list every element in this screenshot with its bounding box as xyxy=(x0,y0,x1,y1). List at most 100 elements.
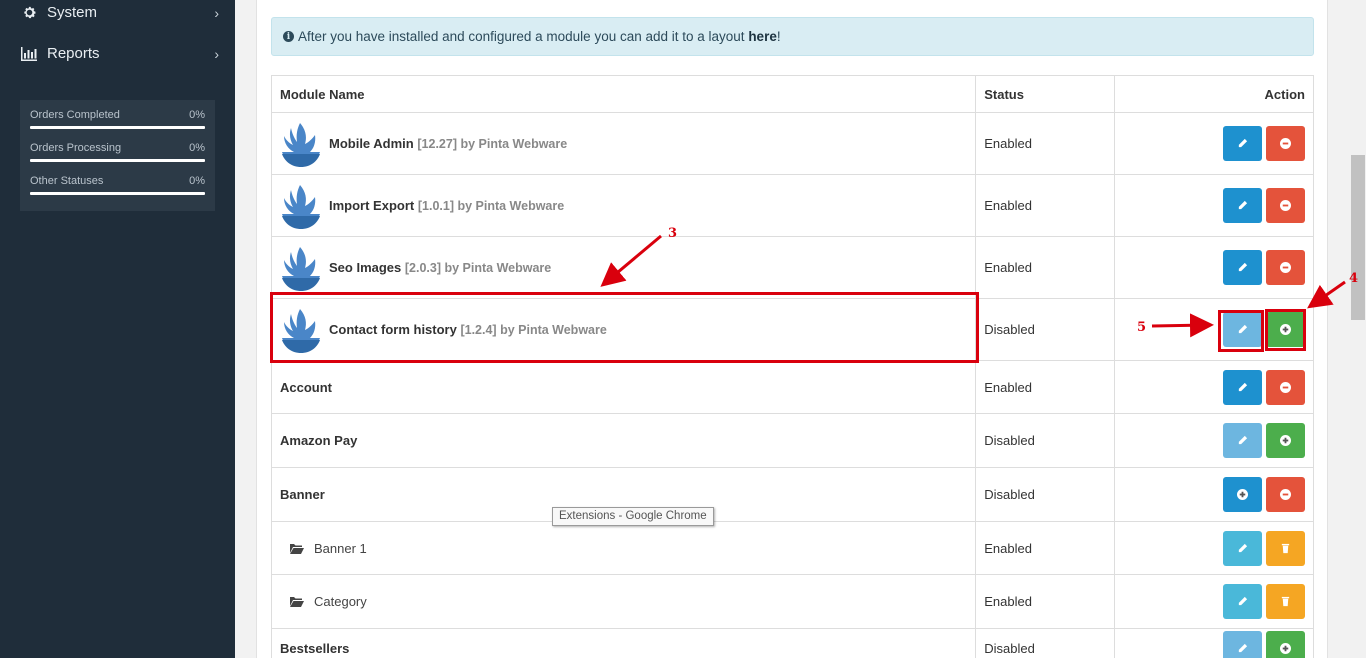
info-alert: i After you have installed and configure… xyxy=(271,17,1314,56)
edit-button[interactable] xyxy=(1223,126,1262,161)
annotation-box-install-button xyxy=(1265,309,1306,351)
status-cell: Enabled xyxy=(975,112,1116,175)
minus-circle-icon xyxy=(1280,262,1291,273)
table-row: Category Enabled xyxy=(270,574,1314,629)
status-cell: Disabled xyxy=(975,298,1116,361)
module-name: Mobile Admin [12.27] by Pinta Webware xyxy=(280,121,967,167)
table-row: Banner Disabled xyxy=(270,467,1314,522)
module-name: Seo Images [2.0.3] by Pinta Webware xyxy=(280,245,967,291)
pencil-icon xyxy=(1238,200,1248,210)
trash-icon xyxy=(1281,543,1290,553)
pencil-icon xyxy=(1238,138,1248,148)
action-cell xyxy=(1114,236,1314,299)
edit-button[interactable] xyxy=(1223,250,1262,285)
info-icon: i xyxy=(283,31,294,42)
stat-value: 0% xyxy=(189,109,205,121)
module-name: Import Export [1.0.1] by Pinta Webware xyxy=(280,183,967,229)
module-title: Bestsellers xyxy=(280,641,350,656)
delete-button[interactable] xyxy=(1266,530,1305,566)
module-name-cell: Account xyxy=(270,360,977,414)
bar-chart-icon xyxy=(20,45,38,63)
delete-button[interactable] xyxy=(1266,584,1305,619)
edit-button[interactable] xyxy=(1223,530,1262,566)
stat-label: Orders Completed xyxy=(30,109,120,121)
module-instance-title: Category xyxy=(314,594,367,609)
stat-value: 0% xyxy=(189,142,205,154)
stat-orders-completed: Orders Completed 0% xyxy=(30,108,205,129)
column-header-status: Status xyxy=(975,75,1116,113)
table-row: Import Export [1.0.1] by Pinta Webware En… xyxy=(270,174,1314,237)
module-title: Mobile Admin xyxy=(329,136,414,151)
install-button[interactable] xyxy=(1266,631,1305,658)
trash-icon xyxy=(1281,596,1290,607)
module-version: [2.0.3] by Pinta Webware xyxy=(404,260,552,275)
module-name-cell: Category xyxy=(270,574,977,629)
action-cell xyxy=(1114,467,1314,522)
pencil-icon xyxy=(1238,596,1248,606)
action-buttons xyxy=(1123,477,1305,512)
edit-button[interactable] xyxy=(1223,188,1262,223)
minus-circle-icon xyxy=(1280,381,1291,393)
uninstall-button[interactable] xyxy=(1266,188,1305,223)
sidebar-item-reports[interactable]: Reports › xyxy=(0,33,235,74)
order-stats-panel: Orders Completed 0% Orders Processing 0% O… xyxy=(20,100,215,211)
pencil-icon xyxy=(1238,543,1248,552)
table-row: Bestsellers Disabled xyxy=(270,628,1314,658)
module-name-cell: Bestsellers xyxy=(270,628,977,658)
column-header-module-name: Module Name xyxy=(270,75,977,113)
status-cell: Enabled xyxy=(975,174,1116,237)
ship-logo-icon xyxy=(282,184,320,229)
pencil-icon xyxy=(1238,382,1248,391)
progress-bar xyxy=(30,159,205,162)
uninstall-button[interactable] xyxy=(1266,126,1305,161)
sidebar-item-label: Reports xyxy=(47,45,100,62)
uninstall-button[interactable] xyxy=(1266,477,1305,512)
minus-circle-icon xyxy=(1280,200,1291,211)
module-name-cell: Seo Images [2.0.3] by Pinta Webware xyxy=(270,236,977,299)
action-cell xyxy=(1114,174,1314,237)
install-button[interactable] xyxy=(1266,423,1305,458)
action-cell xyxy=(1114,521,1314,575)
sidebar-item-system[interactable]: System › xyxy=(0,0,235,33)
module-title: Amazon Pay xyxy=(280,433,358,448)
annotation-number-5: 5 xyxy=(1137,320,1147,335)
progress-bar xyxy=(30,192,205,195)
stat-label: Orders Processing xyxy=(30,142,122,154)
plus-circle-icon xyxy=(1280,643,1291,654)
annotation-box-module-row xyxy=(270,292,979,363)
action-cell xyxy=(1114,628,1314,658)
edit-button[interactable] xyxy=(1223,369,1262,405)
action-cell xyxy=(1114,112,1314,175)
modules-table: Module Name Status Action Mobile Admin [… xyxy=(270,75,1314,658)
edit-button[interactable] xyxy=(1223,631,1262,658)
alert-suffix: ! xyxy=(776,29,781,44)
module-name-cell: Amazon Pay xyxy=(270,413,977,468)
scrollbar[interactable] xyxy=(1350,0,1366,658)
edit-button[interactable] xyxy=(1223,584,1262,619)
annotation-number-3: 3 xyxy=(668,226,678,241)
edit-button[interactable] xyxy=(1223,423,1262,458)
layout-link[interactable]: here xyxy=(748,29,777,44)
folder-open-icon xyxy=(290,597,304,607)
table-row: Banner 1 Enabled xyxy=(270,521,1314,575)
action-buttons xyxy=(1123,631,1305,658)
stat-other-statuses: Other Statuses 0% xyxy=(30,174,205,195)
module-title: Seo Images xyxy=(329,260,402,275)
status-cell: Disabled xyxy=(975,467,1116,522)
uninstall-button[interactable] xyxy=(1266,250,1305,285)
pencil-icon xyxy=(1238,262,1248,272)
module-version: [12.27] by Pinta Webware xyxy=(417,136,568,151)
install-button[interactable] xyxy=(1223,477,1262,512)
module-name-cell: Import Export [1.0.1] by Pinta Webware xyxy=(270,174,977,237)
scrollbar-thumb[interactable] xyxy=(1351,155,1365,320)
module-instance-title: Banner 1 xyxy=(314,540,367,556)
module-instance: Category xyxy=(280,594,967,609)
action-buttons xyxy=(1123,423,1305,458)
progress-bar xyxy=(30,126,205,129)
column-header-action: Action xyxy=(1114,75,1314,113)
stat-value: 0% xyxy=(189,175,205,187)
plus-circle-icon xyxy=(1237,489,1248,500)
pencil-icon xyxy=(1238,435,1248,445)
ship-logo-icon xyxy=(282,122,320,167)
uninstall-button[interactable] xyxy=(1266,369,1305,405)
